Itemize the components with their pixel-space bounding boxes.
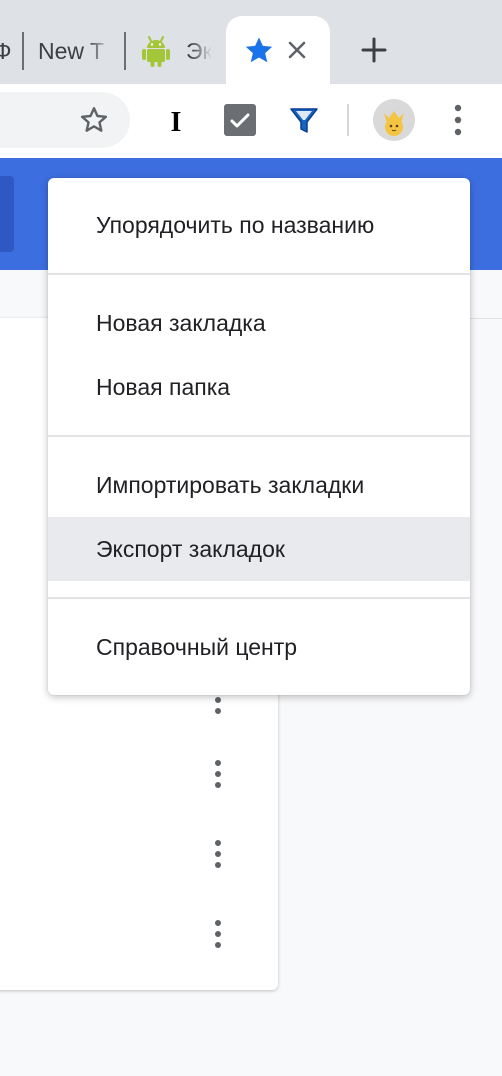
menu-divider [48,597,470,599]
plus-icon [360,36,388,64]
android-icon [138,33,174,69]
header-button[interactable] [0,176,14,252]
tab-separator [22,32,24,70]
check-extension[interactable] [224,104,256,136]
menu-item-sort-by-name[interactable]: Упорядочить по названию [48,193,470,257]
tab-separator [124,32,126,70]
toolbar: I [0,84,502,158]
instapaper-extension[interactable]: I [160,104,192,138]
menu-item-label: Справочный центр [96,633,298,660]
item-more-button[interactable] [203,834,233,874]
tab-fade [190,18,212,84]
kebab-icon [440,100,476,140]
instapaper-i-icon: I [160,104,192,138]
new-tab-button[interactable] [352,28,396,72]
omnibox[interactable] [0,92,130,148]
star-outline-icon[interactable] [78,104,110,136]
menu-item-new-folder[interactable]: Новая папка [48,355,470,419]
tab-bookmarks-active[interactable] [226,16,330,84]
close-icon[interactable] [284,37,310,63]
toolbar-divider [347,104,349,136]
menu-item-label: Упорядочить по названию [96,211,375,238]
menu-item-export-bookmarks[interactable]: Экспорт закладок [48,517,470,581]
tab-partial[interactable]: Ф [0,18,16,84]
tab-fade [88,18,110,84]
menu-divider [48,273,470,275]
tab-new-tab[interactable]: New T [38,18,110,84]
profile-button[interactable] [372,98,416,142]
avatar [373,99,415,141]
item-more-button[interactable] [203,914,233,954]
check-badge-icon [224,104,256,136]
svg-text:I: I [171,107,182,136]
menu-divider [48,435,470,437]
chrome-menu-button[interactable] [440,100,476,140]
menu-item-help-center[interactable]: Справочный центр [48,615,470,679]
menu-item-new-bookmark[interactable]: Новая закладка [48,291,470,355]
tab-strip: Ф New T [0,0,502,84]
tab-android[interactable]: Эк [138,18,212,84]
tab-label: Ф [0,37,12,64]
star-icon [243,34,275,66]
menu-item-label: Импортировать закладки [96,471,365,498]
browser-window: Ф New T I Упорядочить по названию Новая … [0,0,502,1076]
item-more-button[interactable] [203,754,233,794]
menu-item-label: Новая папка [96,373,231,400]
organize-menu: Упорядочить по названию Новая закладка Н… [48,178,470,695]
menu-item-label: Экспорт закладок [96,535,285,562]
menu-item-label: Новая закладка [96,309,266,336]
funnel-icon [288,104,320,136]
menu-item-import-bookmarks[interactable]: Импортировать закладки [48,453,470,517]
funnel-extension[interactable] [288,104,320,136]
